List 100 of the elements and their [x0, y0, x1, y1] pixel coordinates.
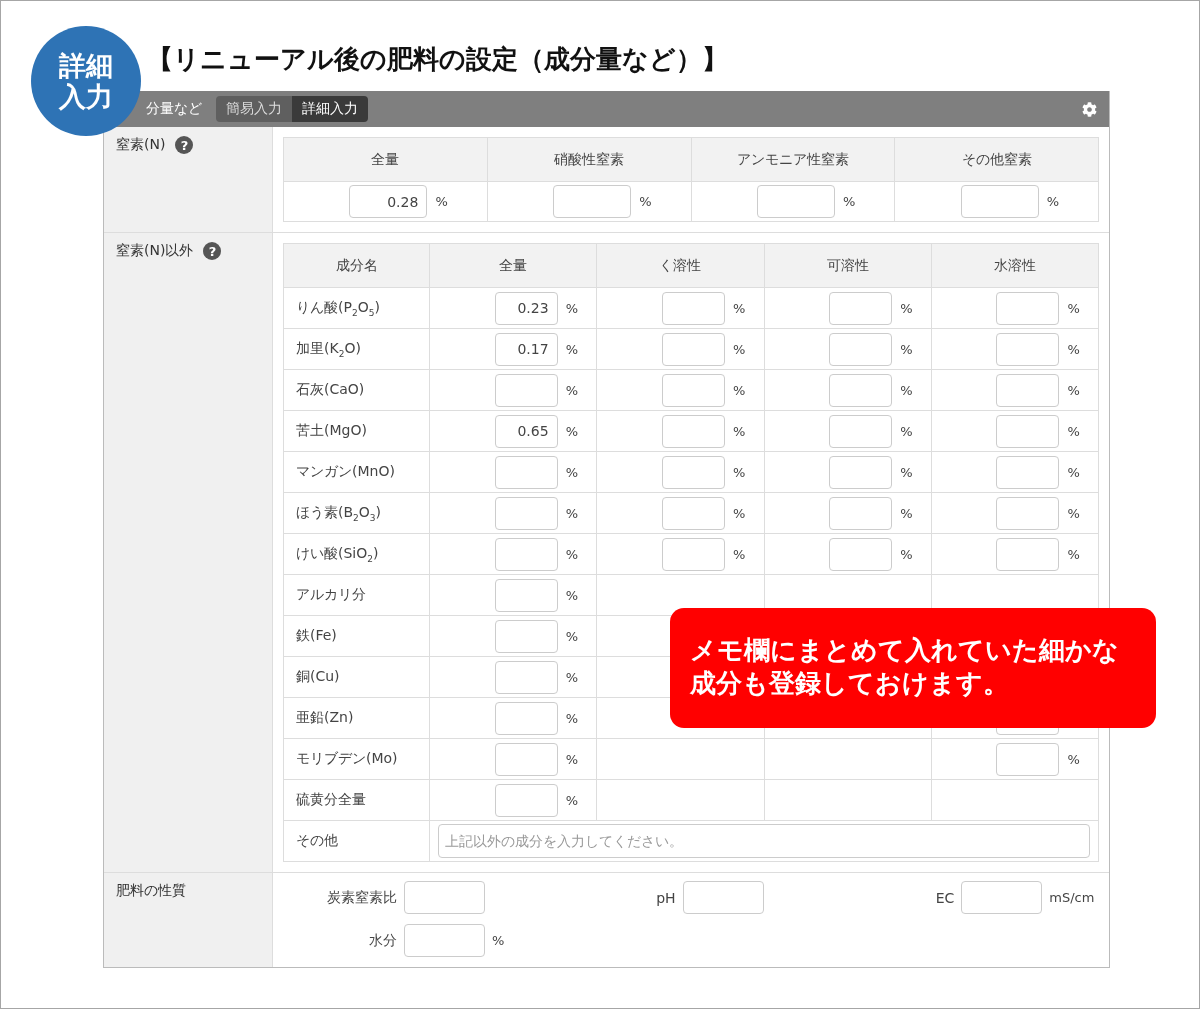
- help-icon[interactable]: ?: [175, 136, 194, 154]
- number-field[interactable]: [996, 496, 1060, 530]
- unit-label: %: [732, 546, 747, 562]
- unit-label: %: [565, 505, 579, 521]
- unit-label: %: [900, 382, 914, 398]
- number-field[interactable]: [960, 185, 1039, 218]
- panel-title: 分量など: [146, 100, 202, 118]
- number-field[interactable]: [829, 373, 893, 407]
- number-field[interactable]: [494, 578, 558, 612]
- unit-label: %: [900, 464, 914, 480]
- number-field[interactable]: 0.23: [494, 291, 558, 325]
- number-field[interactable]: [829, 496, 893, 530]
- unit-label: %: [842, 194, 857, 209]
- property-label: EC: [934, 889, 955, 906]
- unit-label: %: [565, 300, 579, 316]
- unit-label: %: [565, 546, 579, 562]
- number-field[interactable]: [494, 619, 558, 653]
- unit-label: %: [1067, 382, 1081, 398]
- number-field[interactable]: [829, 332, 893, 366]
- column-header: アンモニア性窒素: [691, 137, 895, 182]
- number-field[interactable]: [829, 414, 893, 448]
- number-field[interactable]: [661, 537, 725, 571]
- unit-label: %: [1067, 423, 1081, 439]
- component-name: 加里(K$_{2}$O): [296, 339, 361, 356]
- number-field[interactable]: 0.28: [349, 185, 428, 218]
- number-field[interactable]: [494, 660, 558, 694]
- unit-label: %: [900, 300, 914, 316]
- number-field[interactable]: [494, 537, 558, 571]
- property-field[interactable]: [682, 881, 764, 914]
- unit-label: %: [565, 587, 579, 603]
- unit-label: %: [732, 423, 747, 439]
- info-tooltip: メモ欄にまとめて入れていた細かな成分も登録しておけます。: [670, 608, 1156, 728]
- unit-label: %: [565, 382, 579, 398]
- number-field[interactable]: [829, 291, 893, 325]
- unit-label: %: [900, 505, 914, 521]
- number-field[interactable]: [494, 496, 558, 530]
- number-field[interactable]: [996, 455, 1060, 489]
- number-field[interactable]: [829, 537, 893, 571]
- number-field[interactable]: [996, 414, 1060, 448]
- component-name: けい酸(SiO$_{2}$): [296, 544, 379, 561]
- detail-badge: 詳細入力: [31, 26, 141, 136]
- number-field[interactable]: [661, 496, 725, 530]
- number-field[interactable]: [661, 373, 725, 407]
- unit-label: %: [565, 751, 579, 767]
- property-field[interactable]: [404, 924, 485, 957]
- component-name: その他: [296, 832, 338, 848]
- unit-label: %: [1067, 300, 1081, 316]
- property-field[interactable]: [404, 881, 485, 914]
- unit-label: %: [1067, 341, 1081, 357]
- mode-tab[interactable]: 簡易入力: [216, 96, 292, 122]
- number-field[interactable]: [996, 291, 1060, 325]
- settings-icon[interactable]: [1082, 101, 1097, 117]
- component-name: 亜鉛(Zn): [296, 709, 354, 725]
- column-header: 水溶性: [931, 243, 1099, 288]
- section-label: 窒素(N): [116, 136, 166, 154]
- unit-label: %: [565, 710, 579, 726]
- component-name: 石灰(CaO): [296, 381, 365, 397]
- number-field[interactable]: [553, 185, 632, 218]
- component-name: 銅(Cu): [296, 668, 340, 684]
- number-field[interactable]: [996, 742, 1060, 776]
- number-field[interactable]: [661, 332, 725, 366]
- column-header: 全量: [429, 243, 597, 288]
- unit-label: %: [732, 341, 747, 357]
- number-field[interactable]: [494, 742, 558, 776]
- number-field[interactable]: [756, 185, 835, 218]
- number-field[interactable]: [661, 414, 725, 448]
- unit-label: %: [1067, 751, 1081, 767]
- number-field[interactable]: [996, 537, 1060, 571]
- unit-label: %: [1046, 194, 1060, 209]
- section-label: 窒素(N)以外: [116, 242, 194, 260]
- page-title: 【リニューアル後の肥料の設定（成分量など）】: [147, 43, 729, 76]
- number-field[interactable]: [494, 701, 558, 735]
- component-name: アルカリ分: [296, 586, 366, 602]
- other-components-field[interactable]: 上記以外の成分を入力してください。: [438, 824, 1090, 858]
- number-field[interactable]: [494, 783, 558, 817]
- number-field[interactable]: [996, 373, 1060, 407]
- help-icon[interactable]: ?: [203, 242, 222, 260]
- number-field[interactable]: 0.65: [494, 414, 558, 448]
- component-name: 苦土(MgO): [296, 422, 367, 438]
- property-label: 炭素窒素比: [326, 888, 397, 907]
- mode-tab[interactable]: 詳細入力: [292, 96, 368, 122]
- section-label: 肥料の性質: [116, 882, 186, 900]
- column-header: 硝酸性窒素: [487, 137, 691, 182]
- number-field[interactable]: [996, 332, 1060, 366]
- unit-label: %: [732, 505, 747, 521]
- number-field[interactable]: [494, 373, 558, 407]
- unit-label: %: [732, 382, 747, 398]
- unit-label: %: [1067, 505, 1081, 521]
- number-field[interactable]: 0.17: [494, 332, 558, 366]
- unit-label: %: [565, 341, 579, 357]
- number-field[interactable]: [829, 455, 893, 489]
- component-name: モリブデン(Mo): [296, 750, 398, 766]
- property-field[interactable]: [961, 881, 1043, 914]
- unit-label: %: [565, 792, 579, 808]
- number-field[interactable]: [661, 455, 725, 489]
- column-header: 可溶性: [764, 243, 932, 288]
- number-field[interactable]: [661, 291, 725, 325]
- number-field[interactable]: [494, 455, 558, 489]
- unit-label: %: [732, 464, 747, 480]
- column-header: 成分名: [283, 243, 430, 288]
